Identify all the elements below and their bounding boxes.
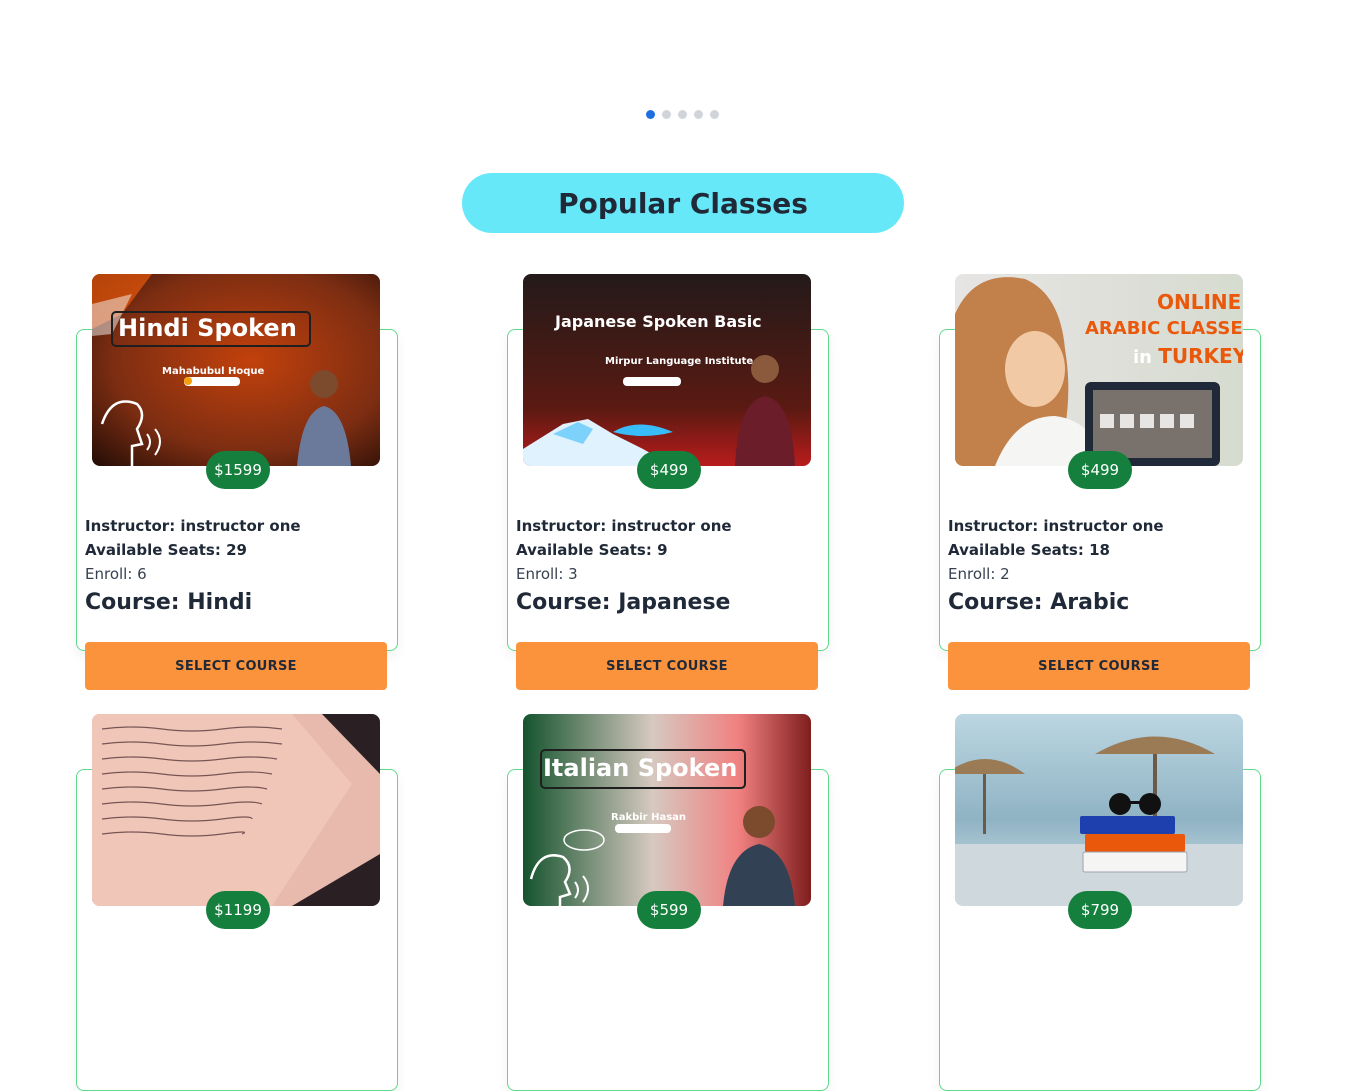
- enroll-count-text: Enroll: 6: [85, 565, 147, 583]
- banner-title: Japanese Spoken Basic: [555, 312, 762, 331]
- instructor-text: Instructor: instructor one: [516, 517, 732, 535]
- price-badge: $499: [637, 451, 701, 489]
- course-name: Course: Arabic: [948, 590, 1130, 615]
- banner-subtitle: Rakbir Hasan: [611, 812, 687, 823]
- price-badge: $599: [637, 891, 701, 929]
- select-course-button[interactable]: SELECT COURSE: [516, 642, 818, 690]
- instructor-text: Instructor: instructor one: [948, 517, 1164, 535]
- banner-line-1: ONLINE: [1157, 290, 1242, 314]
- price-badge: $1199: [206, 891, 270, 929]
- available-seats-text: Available Seats: 29: [85, 541, 247, 559]
- banner-subtitle: Mahabubul Hoque: [162, 366, 265, 377]
- banner-line-3b: TURKEY: [1158, 344, 1243, 368]
- instructor-text: Instructor: instructor one: [85, 517, 301, 535]
- banner-line-3: in TURKEY: [1133, 344, 1243, 368]
- banner-line-2: ARABIC CLASSES: [1085, 318, 1243, 339]
- enroll-count-text: Enroll: 3: [516, 565, 578, 583]
- carousel-dot-3[interactable]: [678, 110, 687, 119]
- class-info: Instructor: instructor one Available Sea…: [516, 514, 826, 615]
- carousel-dot-4[interactable]: [694, 110, 703, 119]
- available-seats-text: Available Seats: 18: [948, 541, 1110, 559]
- carousel-dot-5[interactable]: [710, 110, 719, 119]
- class-image-beach-books: [955, 714, 1243, 906]
- price-badge: $799: [1068, 891, 1132, 929]
- price-badge: $499: [1068, 451, 1132, 489]
- select-course-button[interactable]: SELECT COURSE: [85, 642, 387, 690]
- class-image-hindi: Hindi Spoken Mahabubul Hoque: [92, 274, 380, 466]
- price-badge: $1599: [206, 451, 270, 489]
- class-image-arabic: ONLINE ARABIC CLASSES in TURKEY: [955, 274, 1243, 466]
- section-title-pill: Popular Classes: [462, 173, 904, 233]
- class-info: Instructor: instructor one Available Sea…: [85, 514, 395, 615]
- section-title: Popular Classes: [558, 186, 808, 220]
- banner-line-3a: in: [1133, 347, 1159, 368]
- available-seats-text: Available Seats: 9: [516, 541, 668, 559]
- class-image-japanese: Japanese Spoken Basic Mirpur Language In…: [523, 274, 811, 466]
- banner-subtitle: Mirpur Language Institute: [605, 356, 754, 367]
- class-info: Instructor: instructor one Available Sea…: [948, 514, 1258, 615]
- enroll-count-text: Enroll: 2: [948, 565, 1010, 583]
- banner-title: Hindi Spoken: [118, 314, 297, 342]
- carousel-dots: [0, 110, 1365, 119]
- course-name: Course: Hindi: [85, 590, 253, 615]
- course-name: Course: Japanese: [516, 590, 731, 615]
- select-course-button[interactable]: SELECT COURSE: [948, 642, 1250, 690]
- carousel-dot-2[interactable]: [662, 110, 671, 119]
- class-image-handwriting: [92, 714, 380, 906]
- class-image-italian: Italian Spoken Rakbir Hasan: [523, 714, 811, 906]
- carousel-dot-1[interactable]: [646, 110, 655, 119]
- banner-title: Italian Spoken: [543, 754, 738, 782]
